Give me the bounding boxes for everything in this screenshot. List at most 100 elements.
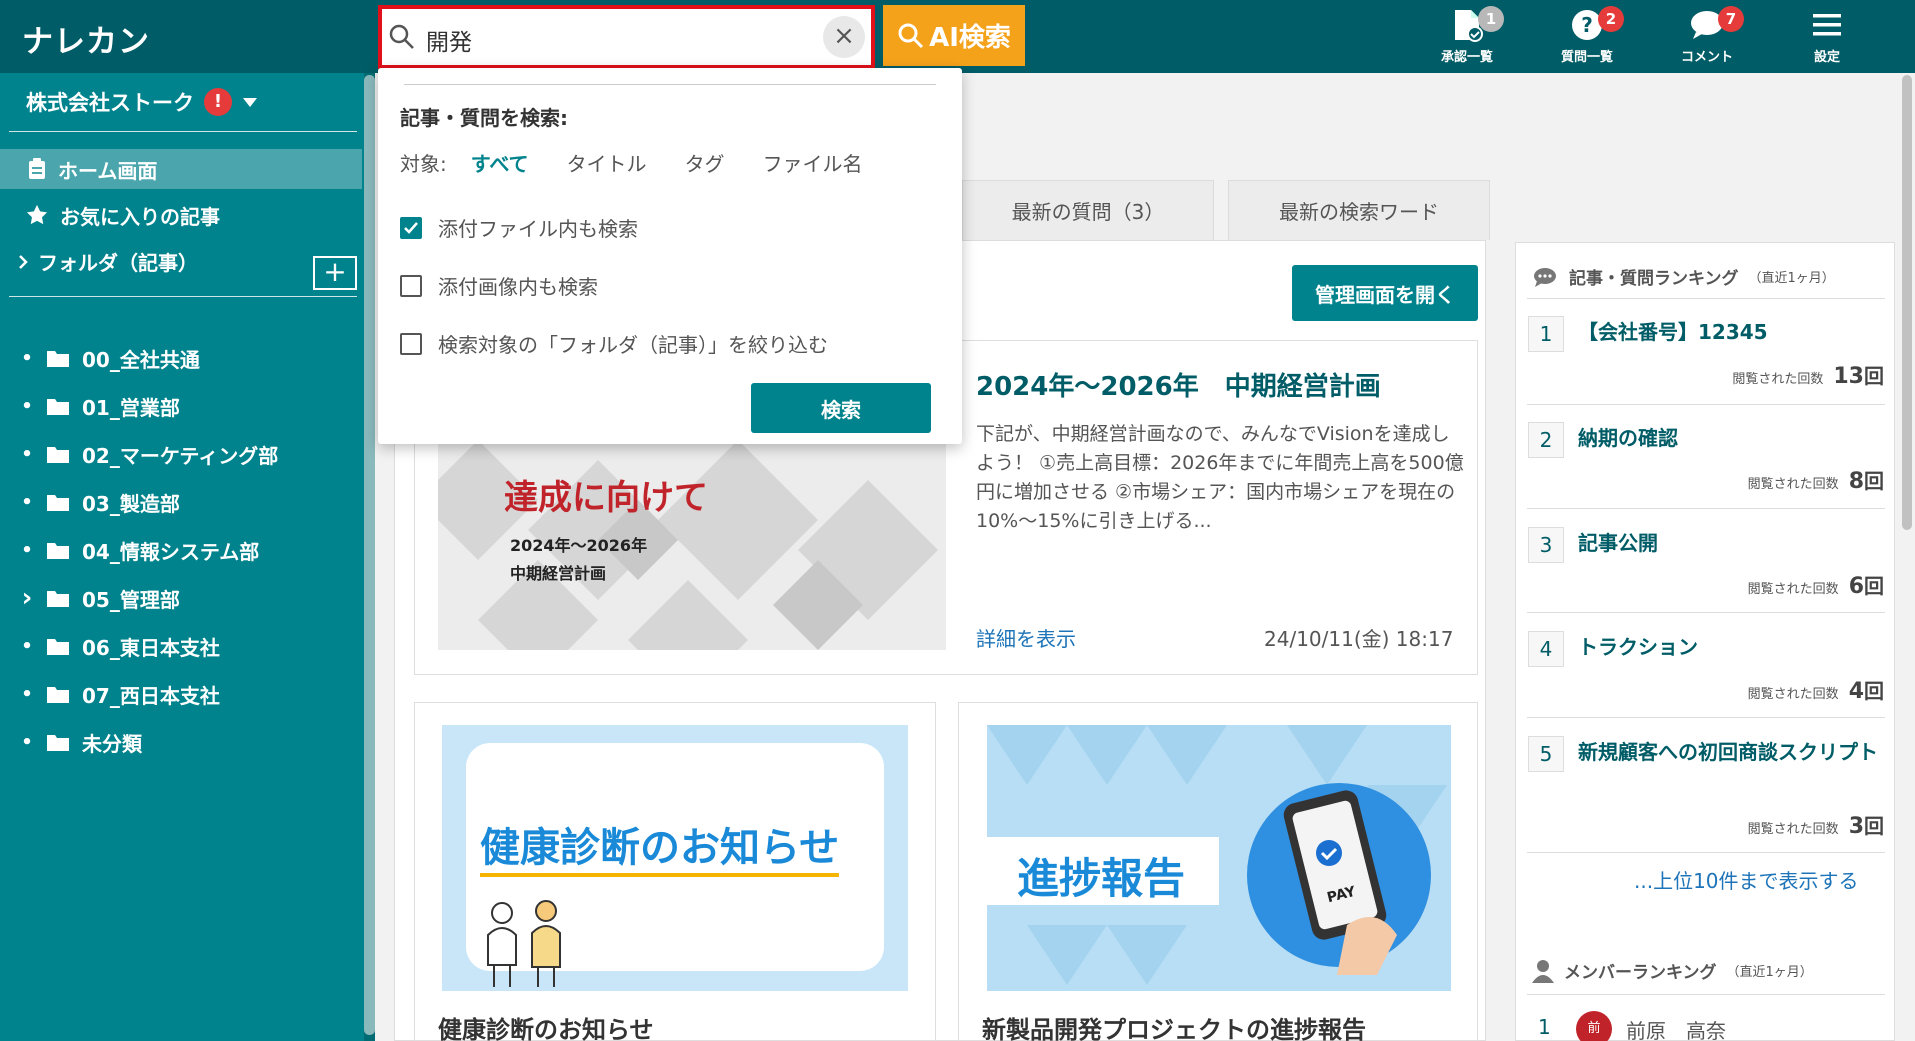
folder-item[interactable]: • 未分類 (20, 725, 142, 759)
featured-article-date: 24/10/11(金) 18:17 (1264, 627, 1454, 651)
target-option-all[interactable]: すべて (471, 148, 529, 177)
ranking-period: （直近1ヶ月） (1748, 271, 1835, 286)
chevron-right-icon[interactable]: › (20, 583, 34, 613)
svg-text:?: ? (1581, 13, 1593, 37)
folder-item[interactable]: • 04_情報システム部 (20, 533, 259, 567)
view-count-unit: 回 (1864, 364, 1884, 388)
sidebar-item-home[interactable]: ホーム画面 (0, 149, 362, 189)
search-images-option[interactable]: 添付画像内も検索 (400, 271, 598, 300)
view-count-unit: 回 (1864, 574, 1884, 598)
page-scrollbar[interactable] (1902, 75, 1912, 530)
comment-button[interactable]: コメント 7 (1662, 6, 1752, 68)
tab-latest-search-words[interactable]: 最新の検索ワード (1228, 180, 1490, 240)
rank-item-title[interactable]: 納期の確認 (1578, 424, 1883, 452)
folder-icon (47, 447, 69, 463)
star-icon (26, 204, 48, 225)
checkbox-checked[interactable] (400, 216, 422, 239)
folder-icon (47, 591, 69, 607)
add-folder-button[interactable]: + (313, 256, 357, 290)
folder-item[interactable]: • 03_製造部 (20, 485, 180, 519)
rank-item-title[interactable]: トラクション (1578, 633, 1883, 661)
target-option-tag[interactable]: タグ (685, 148, 725, 177)
app-logo[interactable]: ナレカン (22, 16, 150, 61)
rank-item-title[interactable]: 【会社番号】12345 (1578, 318, 1883, 346)
view-count-unit: 回 (1864, 814, 1884, 838)
search-input[interactable]: 開発 (426, 23, 472, 57)
featured-article-title[interactable]: 2024年〜2026年 中期経営計画 (976, 366, 1381, 403)
approval-list-button[interactable]: 承認一覧 1 (1422, 6, 1512, 68)
folder-name: 04_情報システム部 (82, 539, 260, 564)
divider (1527, 612, 1885, 613)
option-label: 添付画像内も検索 (438, 275, 598, 299)
view-count-unit: 回 (1864, 469, 1884, 493)
clear-search-button[interactable]: × (823, 16, 865, 58)
folder-icon (47, 495, 69, 511)
view-count-label: 閲覧された回数 (1747, 687, 1839, 702)
rank-item-title[interactable]: 記事公開 (1578, 529, 1883, 557)
ai-search-button[interactable]: AI検索 (883, 5, 1025, 66)
show-top10-link[interactable]: ...上位10件まで表示する (1634, 865, 1859, 894)
folder-item[interactable]: • 06_東日本支社 (20, 629, 220, 663)
narrow-folder-option[interactable]: 検索対象の「フォルダ（記事）」を絞り込む (400, 329, 828, 358)
target-option-filename[interactable]: ファイル名 (763, 148, 863, 177)
question-list-button[interactable]: ? 質問一覧 2 (1542, 6, 1632, 68)
rank-number: 2 (1528, 422, 1564, 458)
option-label: 検索対象の「フォルダ（記事）」を絞り込む (438, 333, 828, 357)
divider (1527, 404, 1885, 405)
hamburger-menu-icon (1782, 6, 1872, 44)
view-count-value: 8 (1848, 469, 1864, 494)
folder-name: 05_管理部 (82, 587, 180, 612)
sidebar-scrollbar[interactable] (364, 75, 375, 1035)
comment-label: コメント (1680, 50, 1733, 65)
member-rank-number: 1 (1538, 1015, 1551, 1039)
folder-name: 06_東日本支社 (82, 635, 220, 660)
thumbnail-line: 中期経営計画 (510, 564, 607, 583)
settings-button[interactable]: 設定 (1782, 6, 1872, 68)
checkbox[interactable] (400, 332, 422, 355)
folder-item[interactable]: › 05_管理部 (20, 581, 180, 615)
search-options-heading: 記事・質問を検索: (400, 106, 568, 130)
view-count-label: 閲覧された回数 (1747, 477, 1839, 492)
bullet-icon: • (21, 443, 33, 465)
folder-item[interactable]: • 00_全社共通 (20, 341, 200, 375)
article-card-title[interactable]: 新製品開発プロジェクトの進捗報告 (982, 1010, 1366, 1041)
view-count: 閲覧された回数 3回 (1748, 810, 1884, 839)
question-count-badge: 2 (1598, 6, 1624, 32)
search-submit-button[interactable]: 検索 (751, 383, 931, 433)
target-option-title[interactable]: タイトル (567, 148, 647, 177)
chevron-right-icon (19, 254, 28, 269)
folder-item[interactable]: • 02_マーケティング部 (20, 437, 278, 471)
folder-name: 07_西日本支社 (82, 683, 220, 708)
thumbnail-text: 進捗報告 (1017, 854, 1186, 903)
clipboard-icon (29, 158, 45, 179)
view-count: 閲覧された回数 4回 (1748, 675, 1884, 704)
rank-number: 1 (1528, 316, 1564, 352)
open-admin-button[interactable]: 管理画面を開く (1292, 265, 1478, 321)
option-label: 添付ファイル内も検索 (438, 217, 638, 241)
checkbox[interactable] (400, 274, 422, 297)
sidebar-item-favorites[interactable]: お気に入りの記事 (0, 195, 362, 235)
folder-name: 未分類 (82, 731, 142, 756)
folder-item[interactable]: • 01_営業部 (20, 389, 180, 423)
article-card-title[interactable]: 健康診断のお知らせ (438, 1010, 654, 1041)
show-details-link[interactable]: 詳細を表示 (976, 623, 1076, 652)
bullet-icon: • (21, 635, 33, 657)
question-list-label: 質問一覧 (1560, 50, 1613, 65)
ranking-title: 記事・質問ランキング (1569, 269, 1739, 289)
member-name[interactable]: 前原 高奈 (1626, 1015, 1726, 1041)
rank-number: 5 (1528, 736, 1564, 772)
company-selector[interactable]: 株式会社ストーク ! (26, 87, 258, 117)
search-bar[interactable]: 開発 × (378, 5, 875, 69)
search-attachments-option[interactable]: 添付ファイル内も検索 (400, 213, 638, 242)
people-illustration (487, 900, 561, 987)
tab-latest-questions[interactable]: 最新の質問（3） (962, 180, 1214, 240)
folder-section-toggle[interactable]: フォルダ（記事） (18, 247, 198, 276)
bullet-icon: • (21, 395, 33, 417)
view-count-unit: 回 (1864, 679, 1884, 703)
folder-item[interactable]: • 07_西日本支社 (20, 677, 220, 711)
featured-article-thumbnail: 達成に向けて 2024年〜2026年 中期経営計画 (438, 440, 946, 650)
rank-item-title[interactable]: 新規顧客への初回商談スクリプト (1578, 738, 1883, 766)
sidebar-item-label: ホーム画面 (58, 158, 158, 183)
search-options-dropdown: 記事・質問を検索: 対象: すべて タイトル タグ ファイル名 添付ファイル内も… (378, 68, 962, 444)
ai-search-label: AI検索 (929, 23, 1011, 53)
